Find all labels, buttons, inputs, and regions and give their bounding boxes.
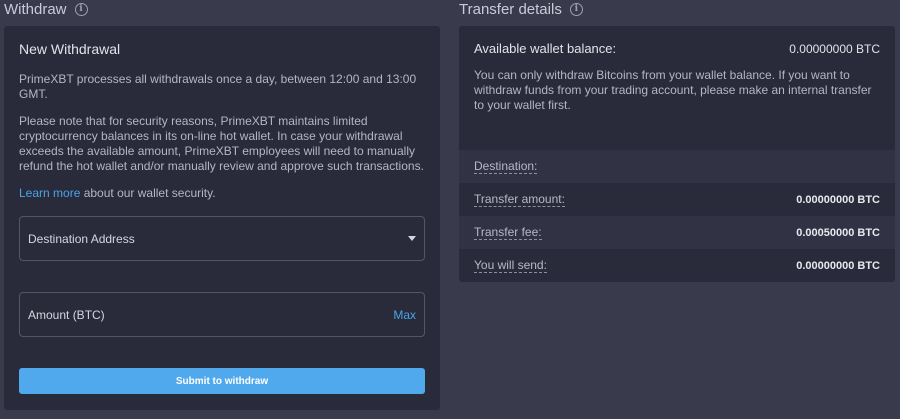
transfer-fee-row: Transfer fee: 0.00050000 BTC xyxy=(459,216,895,249)
transfer-title: Transfer details xyxy=(459,1,562,18)
panel-heading: New Withdrawal xyxy=(19,41,121,57)
transfer-amount-row: Transfer amount: 0.00000000 BTC xyxy=(459,183,895,216)
transfer-section-title: Transfer details i xyxy=(459,1,583,18)
info-icon[interactable]: i xyxy=(569,3,583,16)
balance-row: Available wallet balance: 0.00000000 BTC xyxy=(474,41,880,56)
transfer-fee-value: 0.00050000 BTC xyxy=(796,226,880,239)
balance-label: Available wallet balance: xyxy=(474,41,617,56)
destination-address-label: Destination Address xyxy=(28,231,135,246)
transfer-fee-label[interactable]: Transfer fee: xyxy=(474,225,542,240)
max-button[interactable]: Max xyxy=(393,308,416,322)
security-note: Please note that for security reasons, P… xyxy=(19,114,424,173)
amount-label: Amount (BTC) xyxy=(28,307,105,322)
withdraw-section-title: Withdraw i xyxy=(4,1,88,18)
balance-note: You can only withdraw Bitcoins from your… xyxy=(474,68,872,112)
transfer-details-panel: Available wallet balance: 0.00000000 BTC… xyxy=(459,26,895,282)
submit-withdraw-button[interactable]: Submit to withdraw xyxy=(19,368,425,394)
you-will-send-value: 0.00000000 BTC xyxy=(796,259,880,272)
new-withdrawal-panel: New Withdrawal PrimeXBT processes all wi… xyxy=(4,26,440,410)
transfer-amount-label[interactable]: Transfer amount: xyxy=(474,192,565,207)
destination-row: Destination: xyxy=(459,150,895,183)
amount-input[interactable]: Amount (BTC) Max xyxy=(19,292,425,337)
you-will-send-label[interactable]: You will send: xyxy=(474,258,547,273)
info-icon[interactable]: i xyxy=(74,3,88,16)
learn-more-suffix: about our wallet security. xyxy=(80,186,216,200)
processing-note: PrimeXBT processes all withdrawals once … xyxy=(19,72,417,101)
you-will-send-row: You will send: 0.00000000 BTC xyxy=(459,249,895,282)
learn-more-link[interactable]: Learn more xyxy=(19,186,80,200)
withdraw-title: Withdraw xyxy=(4,1,67,18)
balance-block: Available wallet balance: 0.00000000 BTC… xyxy=(459,26,895,150)
transfer-amount-value: 0.00000000 BTC xyxy=(796,193,880,206)
chevron-down-icon xyxy=(408,236,416,241)
learn-more-line: Learn more about our wallet security. xyxy=(19,186,425,201)
destination-address-select[interactable]: Destination Address xyxy=(19,216,425,261)
balance-value: 0.00000000 BTC xyxy=(789,41,880,56)
destination-label[interactable]: Destination: xyxy=(474,159,538,174)
